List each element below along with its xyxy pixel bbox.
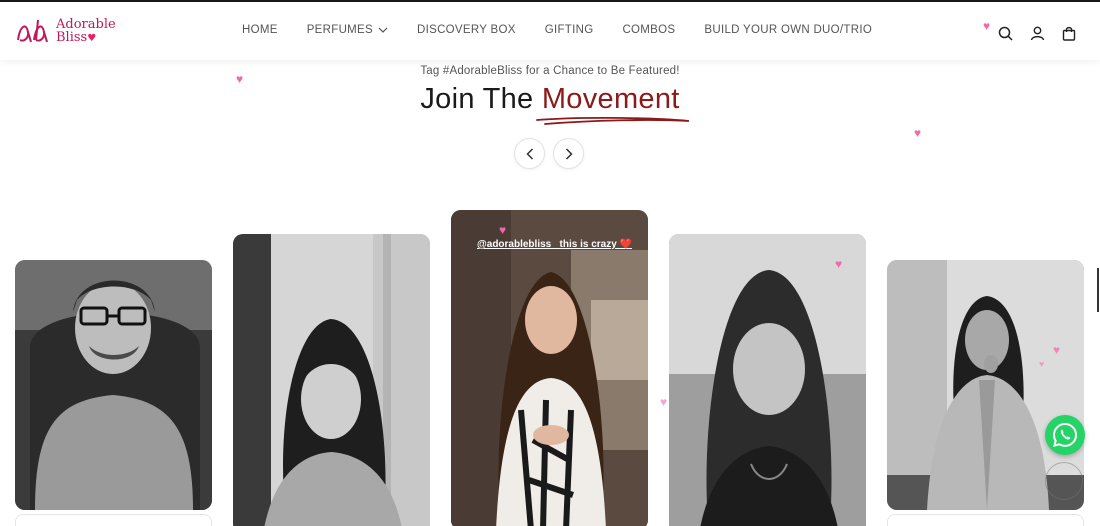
video-card-1[interactable] (15, 260, 212, 510)
floating-heart-icon: ♥ (1039, 359, 1045, 369)
video-card-3[interactable]: @adorablebliss_ this is crazy ❤️ ♥ (451, 210, 648, 526)
floating-heart-icon: ♥ (914, 126, 922, 140)
site-header: Adorable Bliss♥ HOME PERFUMES DISCOVERY … (0, 2, 1100, 60)
nav-gifting[interactable]: GIFTING (545, 24, 594, 36)
heading-plain: Join The (420, 83, 534, 115)
video-thumbnail (233, 234, 430, 526)
account-icon[interactable] (1028, 24, 1046, 42)
floating-heart-icon: ♥ (983, 19, 991, 33)
brand-logo[interactable]: Adorable Bliss♥ (14, 16, 116, 46)
video-card-2[interactable] (233, 234, 430, 526)
chevron-right-icon (565, 147, 573, 160)
heading-accent: Movement (541, 83, 680, 115)
carousel-next-button[interactable] (553, 138, 584, 169)
whatsapp-icon[interactable] (1045, 415, 1085, 455)
video-card-4[interactable]: ♥ (669, 234, 866, 526)
nav-combos[interactable]: COMBOS (622, 24, 675, 36)
carousel-prev-button[interactable] (514, 138, 545, 169)
video-thumbnail (669, 234, 866, 526)
brand-name-line2: Bliss♥ (56, 29, 97, 45)
floating-heart-icon: ♥ (660, 395, 668, 409)
nav-build-your-own[interactable]: BUILD YOUR OWN DUO/TRIO (704, 24, 872, 36)
header-actions (996, 24, 1092, 42)
video-caption: @adorablebliss_ this is crazy ❤️ (477, 239, 633, 250)
brand-heart-icon: ♥ (87, 32, 97, 44)
nav-perfumes[interactable]: PERFUMES (307, 24, 388, 36)
scroll-top-button[interactable] (1045, 462, 1083, 500)
video-thumbnail (451, 210, 648, 526)
main-nav: HOME PERFUMES DISCOVERY BOX GIFTING COMB… (242, 24, 901, 36)
heading-underline-swash (536, 116, 690, 125)
chevron-left-icon (525, 147, 533, 160)
brand-name: Adorable Bliss♥ (56, 18, 116, 45)
section-tagline: Tag #AdorableBliss for a Chance to Be Fe… (420, 65, 680, 77)
floating-heart-icon: ♥ (1053, 343, 1061, 357)
nav-discovery-box[interactable]: DISCOVERY BOX (417, 24, 516, 36)
floating-heart-icon: ♥ (499, 223, 507, 237)
nav-home[interactable]: HOME (242, 24, 278, 36)
section-heading: Join The Movement (0, 83, 1100, 116)
bag-icon[interactable] (1060, 24, 1078, 42)
scrollbar[interactable] (1097, 268, 1099, 312)
card-footer (15, 514, 212, 526)
video-thumbnail (15, 260, 212, 510)
logo-mark-icon (17, 19, 48, 43)
card-footer (887, 514, 1084, 526)
search-icon[interactable] (996, 24, 1014, 42)
chevron-down-icon (378, 27, 388, 33)
floating-heart-icon: ♥ (835, 257, 843, 271)
